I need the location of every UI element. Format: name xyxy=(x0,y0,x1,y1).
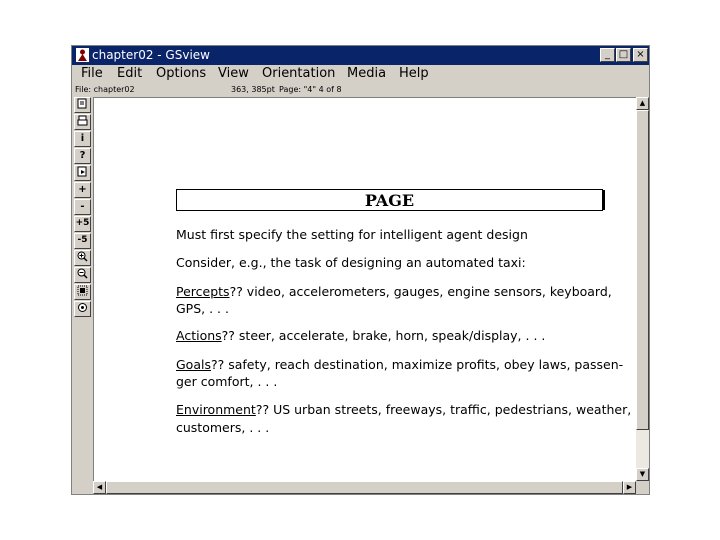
slide-line-1: Must first specify the setting for intel… xyxy=(176,227,528,242)
magnify-icon[interactable] xyxy=(74,301,91,317)
goals-line: Goals?? safety, reach destination, maxim… xyxy=(176,357,623,372)
percepts-line: Percepts?? video, accelerometers, gauges… xyxy=(176,284,612,299)
resize-grip-icon[interactable] xyxy=(636,481,649,494)
menu-media[interactable]: Media xyxy=(347,66,386,81)
environment-label: Environment xyxy=(176,402,256,417)
toolbar: i ? + - +5 -5 xyxy=(74,97,91,317)
actions-label: Actions xyxy=(176,328,222,343)
percepts-label: Percepts xyxy=(176,284,230,299)
goto-page-icon[interactable] xyxy=(74,165,91,181)
environment-line: Environment?? US urban streets, freeways… xyxy=(176,402,631,417)
status-page: Page: "4" 4 of 8 xyxy=(279,85,342,94)
window-title: chapter02 - GSview xyxy=(92,48,210,62)
document-view[interactable]: PAGE Must first specify the setting for … xyxy=(93,97,636,482)
title-bar[interactable]: chapter02 - GSview _ □ × xyxy=(72,46,649,65)
horizontal-scrollbar[interactable]: ◀ ▶ xyxy=(93,481,636,494)
skip-back-5-icon[interactable]: -5 xyxy=(74,233,91,249)
next-page-icon[interactable]: + xyxy=(74,182,91,198)
menu-file[interactable]: File xyxy=(81,66,103,81)
open-icon[interactable] xyxy=(74,97,91,113)
scroll-up-arrow-icon[interactable]: ▲ xyxy=(636,97,649,110)
menu-bar: File Edit Options View Orientation Media… xyxy=(72,65,649,84)
status-coords: 363, 385pt xyxy=(231,85,275,94)
zoom-in-icon[interactable] xyxy=(74,250,91,266)
prev-page-icon[interactable]: - xyxy=(74,199,91,215)
gsview-app-icon[interactable] xyxy=(76,48,89,62)
menu-edit[interactable]: Edit xyxy=(117,66,142,81)
help-icon[interactable]: ? xyxy=(74,148,91,164)
menu-options[interactable]: Options xyxy=(156,66,206,81)
slide-title: PAGE xyxy=(364,191,415,210)
goals-text: ?? safety, reach destination, maximize p… xyxy=(210,357,624,372)
status-file: File: chapter02 xyxy=(75,85,135,94)
maximize-button[interactable]: □ xyxy=(616,48,631,62)
goals-line-2: ger comfort, . . . xyxy=(176,374,278,389)
zoom-out-icon[interactable] xyxy=(74,267,91,283)
minimize-button[interactable]: _ xyxy=(600,48,615,62)
close-button[interactable]: × xyxy=(633,48,648,62)
print-icon[interactable] xyxy=(74,114,91,130)
scroll-right-arrow-icon[interactable]: ▶ xyxy=(623,481,636,494)
menu-orientation[interactable]: Orientation xyxy=(262,66,335,81)
menu-help[interactable]: Help xyxy=(399,66,429,81)
vertical-scrollbar[interactable]: ▲ ▼ xyxy=(636,97,649,481)
environment-text: ?? US urban streets, freeways, traffic, … xyxy=(255,402,632,417)
menu-view[interactable]: View xyxy=(218,66,249,81)
info-icon[interactable]: i xyxy=(74,131,91,147)
fit-page-icon[interactable] xyxy=(74,284,91,300)
vertical-scroll-thumb[interactable] xyxy=(636,110,649,430)
slide-title-box: PAGE xyxy=(176,189,605,211)
skip-forward-5-icon[interactable]: +5 xyxy=(74,216,91,232)
goals-label: Goals xyxy=(176,357,211,372)
actions-line: Actions?? steer, accelerate, brake, horn… xyxy=(176,328,545,343)
environment-line-2: customers, . . . xyxy=(176,420,270,435)
percepts-text: ?? video, accelerometers, gauges, engine… xyxy=(229,284,612,299)
scroll-left-arrow-icon[interactable]: ◀ xyxy=(93,481,106,494)
status-line: File: chapter02 363, 385pt Page: "4" 4 o… xyxy=(72,84,649,96)
percepts-line-2: GPS, . . . xyxy=(176,301,229,316)
horizontal-scroll-thumb[interactable] xyxy=(106,481,623,494)
slide-line-2: Consider, e.g., the task of designing an… xyxy=(176,255,526,270)
scroll-down-arrow-icon[interactable]: ▼ xyxy=(636,468,649,481)
actions-text: ?? steer, accelerate, brake, horn, speak… xyxy=(221,328,546,343)
gsview-window: chapter02 - GSview _ □ × File Edit Optio… xyxy=(71,45,650,495)
